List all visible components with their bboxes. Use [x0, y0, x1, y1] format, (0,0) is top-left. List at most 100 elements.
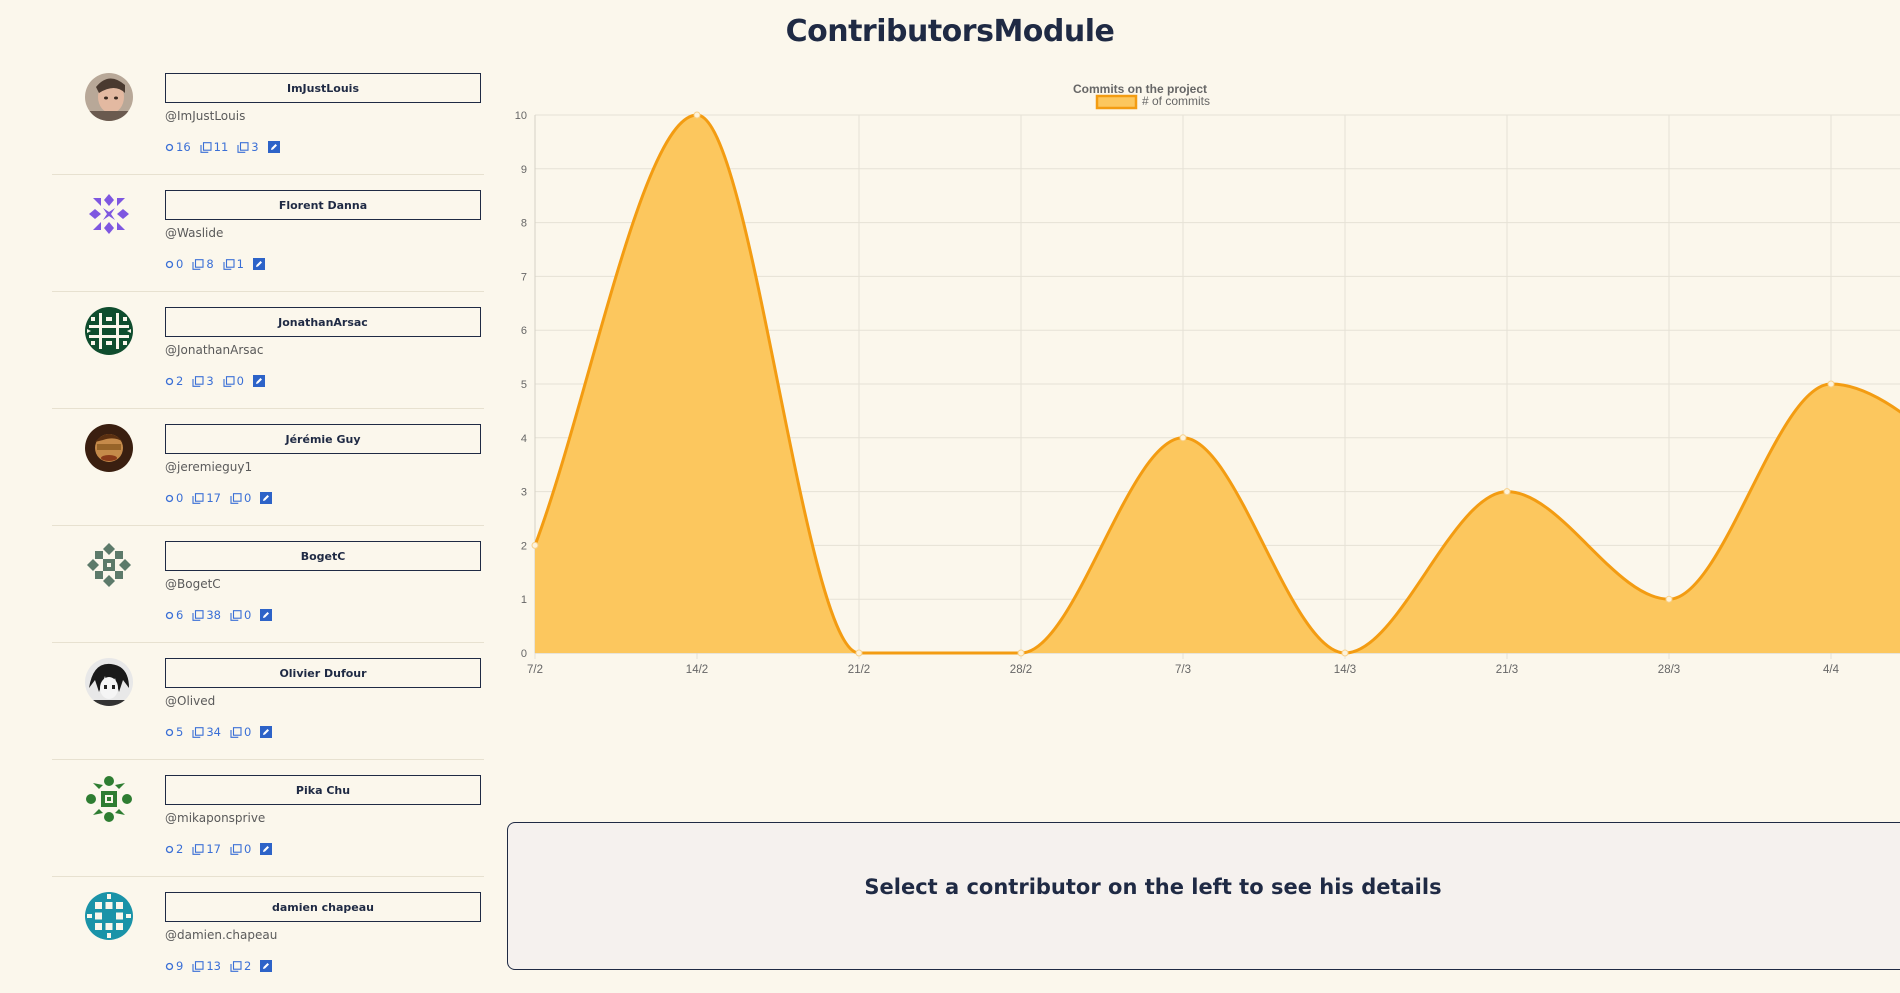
stat-value: 0: [243, 608, 252, 622]
stat-value: 0: [176, 257, 184, 271]
details-placeholder: Select a contributor on the left to see …: [864, 875, 1442, 899]
contributor-stats: 9 13 2: [165, 959, 283, 973]
commit-icon: [165, 962, 176, 971]
contributor-item[interactable]: ImJustLouis @ImJustLouis 16 11 3: [52, 58, 484, 175]
contributor-name-button[interactable]: Olivier Dufour: [165, 658, 481, 688]
y-tick-label: 4: [521, 433, 527, 445]
contributor-stats: 5 34 0: [165, 725, 283, 739]
stat-deletions: 0: [230, 608, 251, 622]
stat-commits: 2: [165, 842, 183, 856]
y-tick-label: 8: [521, 218, 527, 230]
data-point: [1341, 649, 1349, 657]
commit-icon: [165, 845, 176, 854]
page-title: ContributorsModule: [785, 14, 1115, 49]
contributor-item[interactable]: Olivier Dufour @Olived 5 34 0: [52, 643, 484, 760]
stat-additions: 34: [192, 725, 221, 739]
repo-icon: [230, 960, 244, 972]
commit-icon: [165, 728, 176, 737]
repo-icon: [192, 258, 206, 270]
stat-additions: 11: [200, 140, 229, 154]
x-tick-label: 21/2: [848, 664, 870, 676]
external-link-icon[interactable]: [260, 960, 274, 972]
commit-icon: [165, 260, 176, 269]
repo-icon: [200, 141, 214, 153]
stat-value: 8: [206, 257, 214, 271]
stat-value: 2: [176, 374, 184, 388]
x-tick-label: 7/2: [527, 664, 543, 676]
stat-additions: 38: [192, 608, 221, 622]
external-link-icon[interactable]: [252, 258, 267, 270]
contributor-name-button[interactable]: damien chapeau: [165, 892, 481, 922]
stat-deletions: 0: [230, 842, 251, 856]
external-link-icon[interactable]: [267, 141, 282, 153]
contributor-name-button[interactable]: ImJustLouis: [165, 73, 481, 103]
contributor-item[interactable]: BogetC @BogetC 6 38 0: [52, 526, 484, 643]
stat-commits: 2: [165, 374, 183, 388]
stat-additions: 17: [192, 491, 221, 505]
external-link-icon[interactable]: [260, 609, 274, 621]
repo-icon: [192, 843, 206, 855]
stat-value: 5: [176, 725, 184, 739]
stat-value: 2: [243, 959, 252, 973]
contributor-stats: 2 3 0: [165, 374, 276, 388]
stat-value: 3: [251, 140, 259, 154]
repo-icon: [192, 492, 206, 504]
external-link-icon[interactable]: [260, 492, 274, 504]
stat-commits: 6: [165, 608, 183, 622]
stat-value: 0: [236, 374, 244, 388]
commits-chart-svg: Commits on the project# of commits012345…: [515, 82, 1900, 676]
contributor-item[interactable]: Florent Danna @Waslide 0 8 1: [52, 175, 484, 292]
repo-icon: [192, 960, 206, 972]
avatar: [85, 892, 133, 940]
y-tick-label: 7: [521, 271, 527, 283]
stat-deletions: 0: [230, 491, 251, 505]
stat-deletions: 1: [223, 257, 244, 271]
contributor-name-button[interactable]: Florent Danna: [165, 190, 481, 220]
repo-icon: [192, 726, 206, 738]
contributor-item[interactable]: damien chapeau @damien.chapeau 9 13 2: [52, 877, 484, 993]
contributor-handle: @BogetC: [165, 577, 221, 591]
contributor-stats: 0 17 0: [165, 491, 283, 505]
stat-value: 3: [206, 374, 214, 388]
repo-icon: [223, 375, 237, 387]
x-tick-label: 4/4: [1823, 664, 1840, 676]
external-link-icon[interactable]: [252, 375, 267, 387]
contributor-handle: @Waslide: [165, 226, 224, 240]
commit-icon: [165, 143, 176, 152]
contributor-name-button[interactable]: BogetC: [165, 541, 481, 571]
y-tick-label: 3: [521, 487, 527, 499]
data-point: [1017, 649, 1025, 657]
contributor-name-button[interactable]: Pika Chu: [165, 775, 481, 805]
external-link-icon[interactable]: [260, 726, 274, 738]
contributor-stats: 6 38 0: [165, 608, 283, 622]
stat-value: 0: [243, 725, 252, 739]
stat-value: 1: [236, 257, 244, 271]
stat-value: 11: [213, 140, 229, 154]
contributor-handle: @jeremieguy1: [165, 460, 253, 474]
contributor-item[interactable]: JonathanArsac @JonathanArsac 2 3 0: [52, 292, 484, 409]
contributor-name-button[interactable]: JonathanArsac: [165, 307, 481, 337]
stat-deletions: 0: [223, 374, 244, 388]
data-point: [855, 649, 863, 657]
data-point: [1827, 380, 1835, 388]
stat-commits: 9: [165, 959, 183, 973]
contributor-name-button[interactable]: Jérémie Guy: [165, 424, 481, 454]
commit-icon: [165, 494, 176, 503]
repo-icon: [230, 609, 244, 621]
avatar: [85, 190, 133, 238]
contributor-handle: @damien.chapeau: [165, 928, 278, 942]
contributor-details-panel: Select a contributor on the left to see …: [507, 822, 1900, 970]
stat-value: 2: [176, 842, 184, 856]
contributor-stats: 16 11 3: [165, 140, 291, 154]
stat-commits: 0: [165, 257, 183, 271]
avatar: [85, 658, 133, 706]
commits-chart: Commits on the project # of commits 0 1 2 3 4 5…: [505, 70, 1900, 820]
stat-additions: 8: [192, 257, 214, 271]
x-tick-label: 14/2: [686, 664, 708, 676]
stat-value: 34: [206, 725, 221, 739]
x-tick-label: 28/2: [1010, 664, 1032, 676]
contributor-item[interactable]: Pika Chu @mikaponsprive 2 17 0: [52, 760, 484, 877]
external-link-icon[interactable]: [260, 843, 274, 855]
contributor-item[interactable]: Jérémie Guy @jeremieguy1 0 17 0: [52, 409, 484, 526]
legend-label: # of commits: [1142, 94, 1210, 108]
